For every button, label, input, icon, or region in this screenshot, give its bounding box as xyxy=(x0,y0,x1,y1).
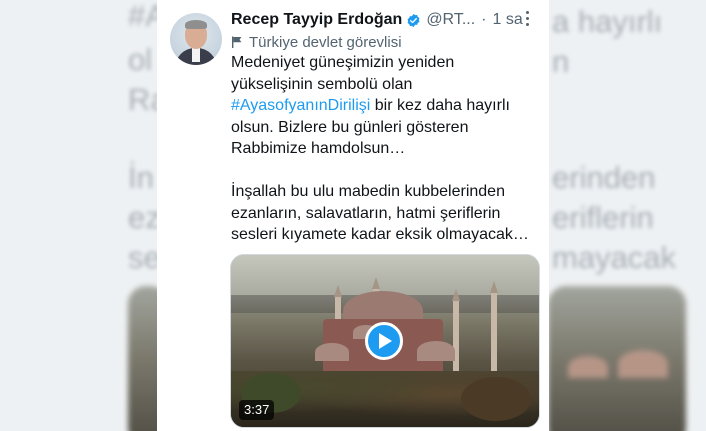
video-player[interactable]: 3:37 xyxy=(230,254,540,428)
account-label[interactable]: Türkiye devlet görevlisi xyxy=(231,32,402,52)
separator-dot: · xyxy=(481,11,487,28)
bg-image-right xyxy=(548,286,686,431)
author-name[interactable]: Recep Tayyip Erdoğan xyxy=(231,11,402,29)
author-handle[interactable]: @RT... xyxy=(426,11,475,29)
bg-text-right-2: n xyxy=(552,44,570,79)
tweet-text: Medeniyet güneşimizin yeniden yükselişin… xyxy=(231,52,539,246)
minaret-3 xyxy=(452,289,460,377)
bg-text-left-2: ol xyxy=(128,42,153,77)
bg-text-right-4: erinden xyxy=(552,160,656,195)
bg-text-right-6: mayacak xyxy=(552,240,677,275)
tweet-paragraph-2: İnşallah bu ulu mabedin kubbelerinden ez… xyxy=(231,183,529,243)
tweet-paragraph-1: Medeniyet güneşimizin yeniden yükselişin… xyxy=(231,52,539,160)
flag-icon xyxy=(232,36,242,48)
play-icon xyxy=(379,333,392,349)
minaret-4 xyxy=(490,281,498,375)
bg-text-left-4: İn xyxy=(128,160,154,195)
bg-text-left-5: ez xyxy=(128,200,161,235)
bg-text-left-6: se xyxy=(128,240,161,275)
tweet-text-start: Medeniyet güneşimizin yeniden yükselişin… xyxy=(231,54,455,93)
avatar[interactable] xyxy=(170,13,222,65)
tweet-header: Recep Tayyip Erdoğan @RT... · 1 sa xyxy=(231,9,523,31)
label-text: Türkiye devlet görevlisi xyxy=(249,33,402,51)
more-options-icon[interactable] xyxy=(519,8,535,28)
tweet-card[interactable]: Recep Tayyip Erdoğan @RT... · 1 sa Türki… xyxy=(157,0,549,431)
verified-badge-icon xyxy=(407,13,420,27)
video-duration: 3:37 xyxy=(239,400,275,420)
bg-text-right-5: eriflerin xyxy=(552,200,654,235)
play-button[interactable] xyxy=(365,322,403,360)
bg-text-right-1: a hayırlı xyxy=(552,4,663,39)
hashtag-link[interactable]: #AyasofyanınDirilişi xyxy=(231,97,370,114)
